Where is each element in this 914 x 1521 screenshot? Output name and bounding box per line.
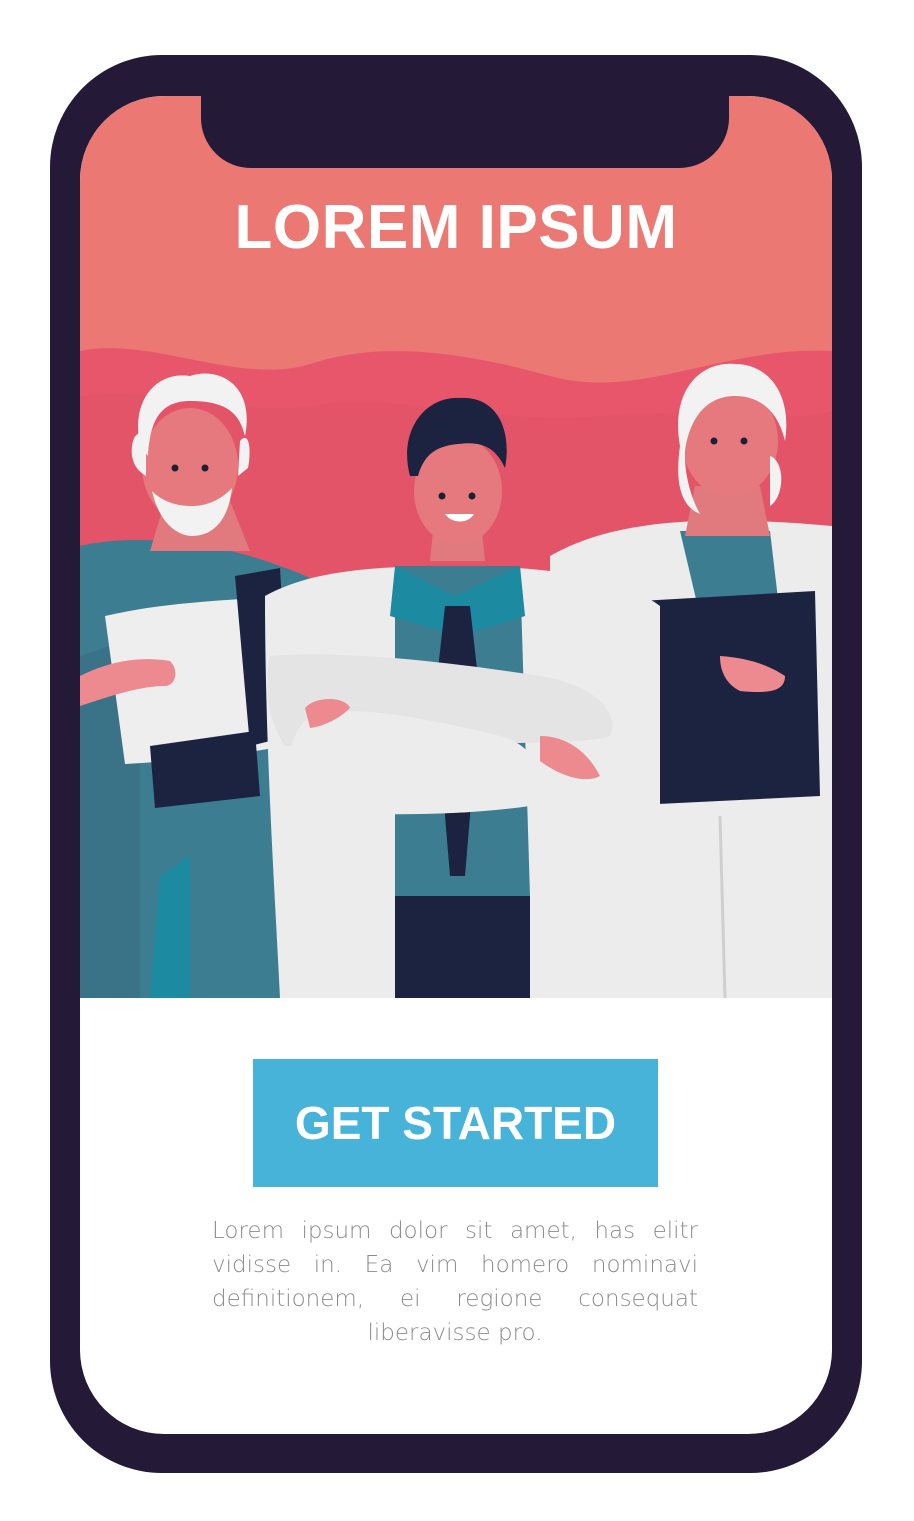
description-text: Lorem ipsum dolor sit amet, has elitr vi…	[212, 1218, 698, 1346]
hero-title: LOREM IPSUM	[234, 193, 678, 262]
phone-notch	[201, 88, 729, 168]
get-started-button[interactable]: GET STARTED	[253, 1059, 658, 1187]
hero-banner: LOREM IPSUM	[80, 96, 832, 998]
phone-screen: LOREM IPSUM GET STARTED Lorem ipsum dolo…	[80, 96, 832, 1434]
